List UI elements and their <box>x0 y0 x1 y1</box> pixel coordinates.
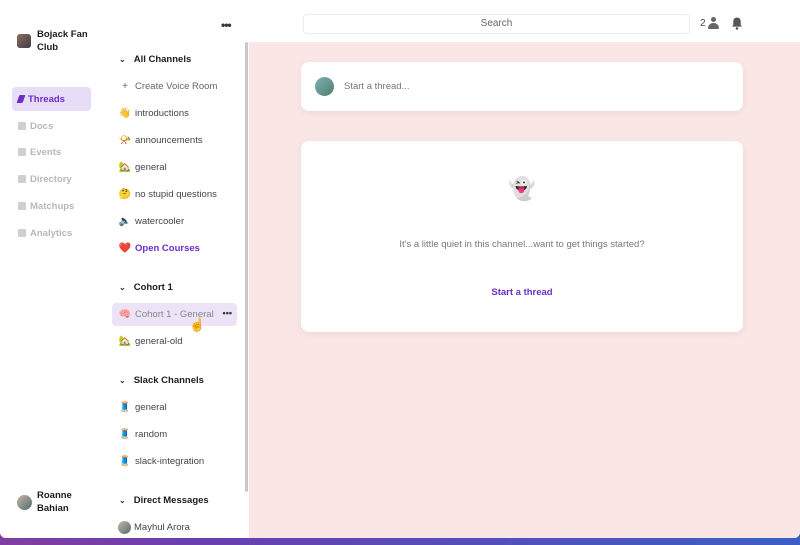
channel-emoji: 🏡 <box>118 335 132 347</box>
nav-item-analytics[interactable]: Analytics <box>12 221 91 245</box>
chevron-down-icon: ⌄ <box>119 55 126 64</box>
app-window: Bojack Fan Club Threads Docs Events Dire… <box>0 0 800 538</box>
nav-item-label: Directory <box>30 173 72 185</box>
channel-general-old[interactable]: 🏡 general-old <box>118 333 183 349</box>
left-nav <box>0 0 105 538</box>
analytics-icon <box>18 229 26 237</box>
channel-emoji: ❤️ <box>118 242 132 254</box>
section-cohort-1[interactable]: ⌄ Cohort 1 <box>119 282 173 293</box>
chevron-down-icon: ⌄ <box>119 496 126 505</box>
channel-emoji: 🔈 <box>118 215 132 227</box>
empty-state-text: It's a little quiet in this channel...wa… <box>399 239 645 250</box>
channel-general[interactable]: 🏡 general <box>118 159 167 175</box>
channel-slack-random[interactable]: 🧵 random <box>118 426 167 442</box>
user-name: Roanne Bahian <box>37 490 72 514</box>
create-voice-room-button[interactable]: + Create Voice Room <box>118 78 217 94</box>
dm-label: Mayhul Arora <box>134 521 190 533</box>
channel-label: introductions <box>135 107 189 119</box>
empty-state-card: 👻 It's a little quiet in this channel...… <box>301 141 743 332</box>
chevron-down-icon: ⌄ <box>119 376 126 385</box>
channel-emoji: 📯 <box>118 134 132 146</box>
pencil-icon <box>16 95 26 103</box>
section-title: All Channels <box>133 54 192 65</box>
channel-label: slack-integration <box>135 455 205 467</box>
dm-item[interactable]: Mayhul Arora <box>118 519 190 535</box>
channel-label: random <box>135 428 168 440</box>
doc-icon <box>18 122 26 130</box>
channel-slack-general[interactable]: 🧵 general <box>118 399 167 415</box>
nav-item-docs[interactable]: Docs <box>12 114 91 138</box>
channel-label: Open Courses <box>135 242 200 254</box>
channel-open-courses[interactable]: ❤️ Open Courses <box>118 240 200 256</box>
channel-emoji: 🧵 <box>118 401 132 413</box>
org-avatar <box>17 34 31 48</box>
chevron-down-icon: ⌄ <box>119 283 126 292</box>
channel-label: general <box>135 161 167 173</box>
ghost-icon: 👻 <box>508 176 536 201</box>
section-all-channels[interactable]: ⌄ All Channels <box>119 54 191 65</box>
channel-cohort-1-general[interactable]: 🧠 Cohort 1 - General ••• <box>112 303 237 326</box>
calendar-icon <box>18 148 26 156</box>
avatar <box>118 520 131 534</box>
search-input[interactable]: Search <box>303 14 690 34</box>
more-options-icon[interactable]: ••• <box>221 18 232 32</box>
bell-icon[interactable] <box>731 17 743 30</box>
channel-introductions[interactable]: 👋 introductions <box>118 105 189 121</box>
org-header[interactable]: Bojack Fan Club <box>17 28 97 54</box>
member-count-button[interactable]: 2 <box>700 17 719 29</box>
channel-options-icon[interactable]: ••• <box>223 308 232 318</box>
channel-emoji: 🤔 <box>118 188 132 200</box>
channel-label: no stupid questions <box>135 188 217 200</box>
nav-item-matchups[interactable]: Matchups <box>12 194 91 218</box>
avatar <box>315 77 334 96</box>
channel-label: general-old <box>135 335 183 347</box>
nav-item-events[interactable]: Events <box>12 140 91 164</box>
person-icon <box>707 17 719 29</box>
channel-emoji: 🏡 <box>118 161 132 173</box>
nav-item-label: Docs <box>30 120 54 132</box>
nav-item-label: Analytics <box>30 227 73 239</box>
channel-emoji: 👋 <box>118 107 132 119</box>
channel-emoji: 🧵 <box>118 455 132 467</box>
plus-icon: + <box>122 80 128 92</box>
nav-item-directory[interactable]: Directory <box>12 167 91 191</box>
channel-label: general <box>135 401 167 413</box>
matchups-icon <box>18 202 26 210</box>
section-title: Cohort 1 <box>133 282 173 293</box>
pointer-cursor-icon: ☝ <box>189 317 206 332</box>
composer-placeholder: Start a thread... <box>344 81 410 92</box>
section-direct-messages[interactable]: ⌄ Direct Messages <box>119 495 209 506</box>
channel-slack-integration[interactable]: 🧵 slack-integration <box>118 453 204 469</box>
channel-no-stupid-questions[interactable]: 🤔 no stupid questions <box>118 186 217 202</box>
nav-item-label: Threads <box>28 93 65 105</box>
channel-announcements[interactable]: 📯 announcements <box>118 132 203 148</box>
section-title: Slack Channels <box>133 375 204 386</box>
channel-emoji: 🧵 <box>118 428 132 440</box>
channel-watercooler[interactable]: 🔈 watercooler <box>118 213 184 229</box>
channel-label: announcements <box>135 134 203 146</box>
nav-item-threads[interactable]: Threads <box>12 87 91 111</box>
thread-composer[interactable]: Start a thread... <box>301 62 743 111</box>
channel-label: Create Voice Room <box>135 80 218 92</box>
section-title: Direct Messages <box>133 495 209 506</box>
channel-emoji: 🧠 <box>118 309 132 320</box>
avatar <box>17 494 32 510</box>
nav-item-label: Events <box>30 146 62 158</box>
directory-icon <box>18 175 26 183</box>
section-slack-channels[interactable]: ⌄ Slack Channels <box>119 375 204 386</box>
member-count: 2 <box>700 17 706 29</box>
current-user[interactable]: Roanne Bahian <box>17 489 87 515</box>
org-name: Bojack Fan Club <box>37 29 88 53</box>
start-thread-link[interactable]: Start a thread <box>301 287 743 298</box>
channel-label: watercooler <box>135 215 185 227</box>
nav-item-label: Matchups <box>30 200 75 212</box>
channel-scrollbar[interactable] <box>245 42 248 492</box>
